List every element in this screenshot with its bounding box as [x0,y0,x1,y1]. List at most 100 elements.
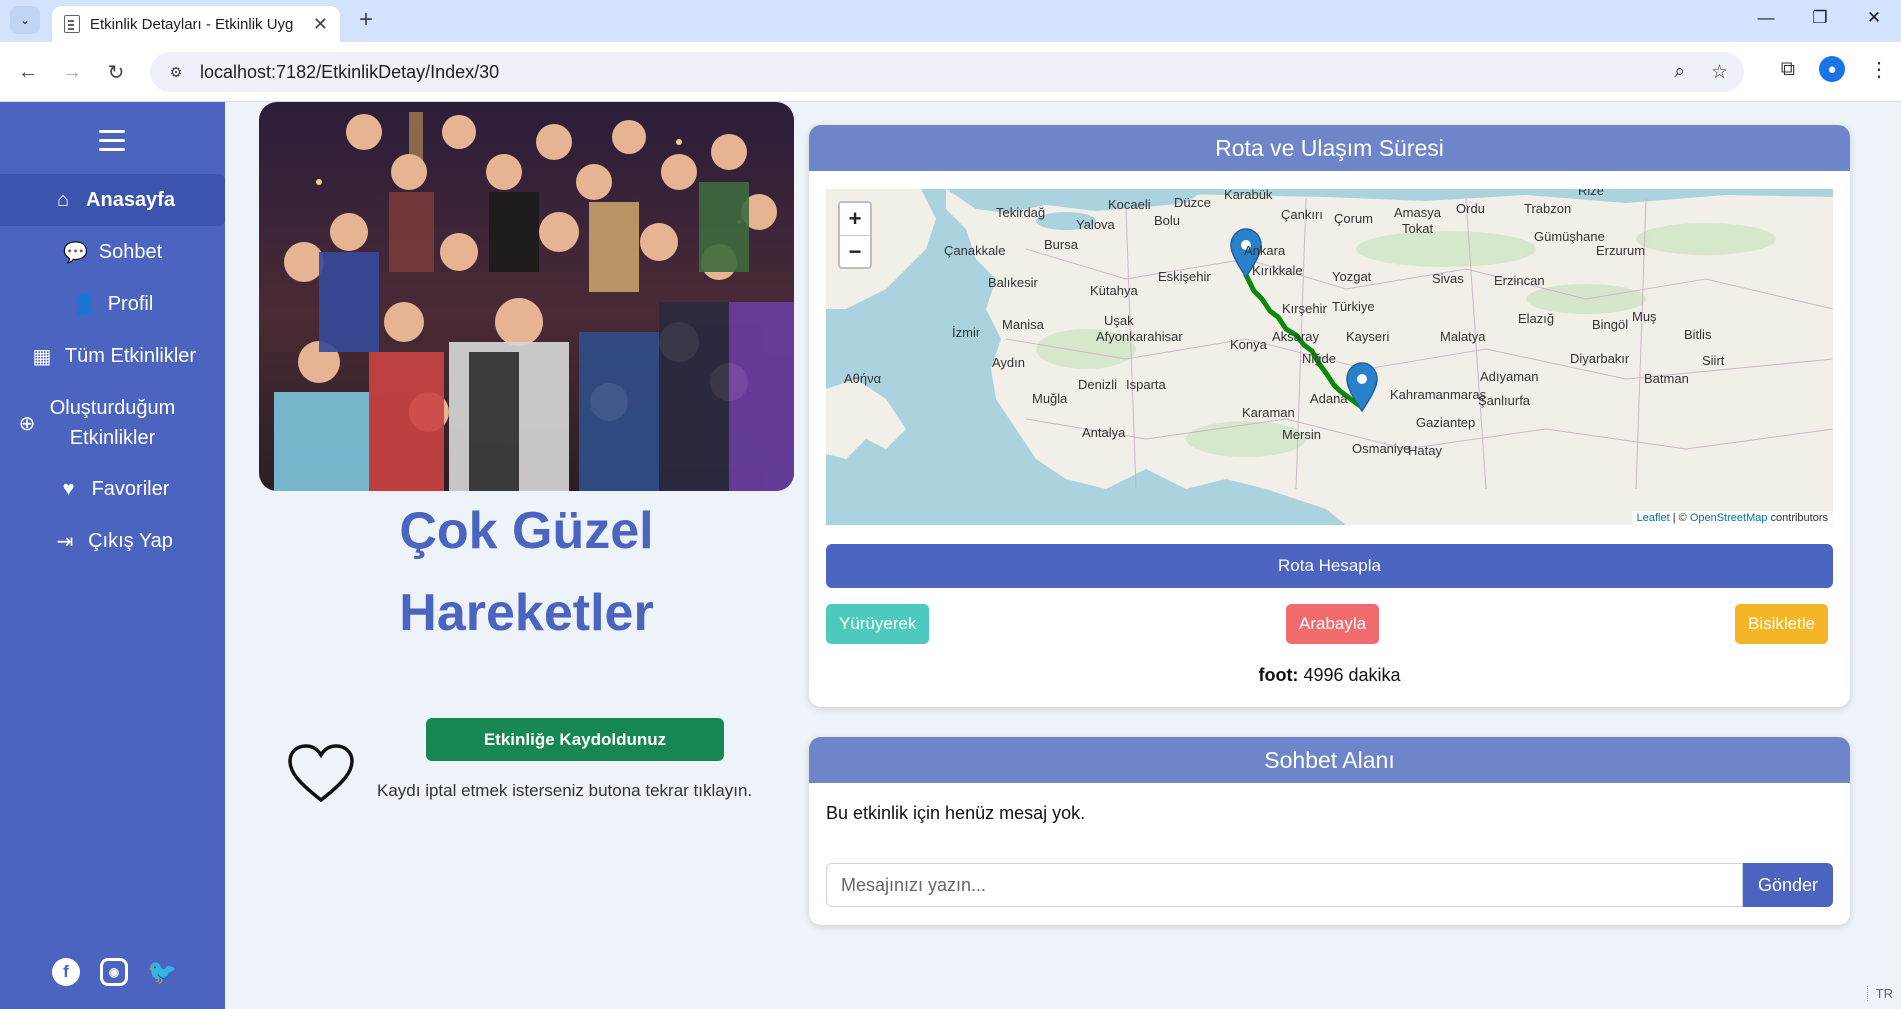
event-title-line1: Çok Güzel [399,502,654,560]
sidebar-item-label-line1: Oluşturduğum [49,397,176,419]
plus-circle-icon: ⊕ [18,412,36,435]
social-links: f ◉ 🐦 [52,958,177,986]
site-info-icon[interactable]: ⚙ [166,64,186,81]
restore-button[interactable]: ❐ [1793,0,1847,36]
hamburger-menu-icon[interactable] [99,130,125,152]
sidebar-item-chat[interactable]: 💬 Sohbet [0,226,225,278]
calendar-icon: ▦ [32,345,52,368]
car-mode-button[interactable]: Arabayla [1286,604,1380,644]
map-place-label: Siirt [1702,353,1725,368]
bookmark-star-icon[interactable]: ☆ [1711,61,1728,84]
osm-link[interactable]: OpenStreetMap [1690,512,1768,524]
send-message-button[interactable]: Gönder [1743,863,1833,907]
map-place-label: Yalova [1076,217,1116,232]
zoom-out-button[interactable]: − [840,235,870,267]
map-place-label: Eskişehir [1158,269,1211,284]
browser-tab[interactable]: Etkinlik Detayları - Etkinlik Uyg ✕ [52,6,340,42]
map-place-label: Muş [1632,309,1657,324]
map-place-label: Bursa [1044,237,1079,252]
map-place-label: Ankara [1244,243,1286,258]
sidebar-item-label: Çıkış Yap [88,529,173,552]
chat-card: Sohbet Alanı Bu etkinlik için henüz mesa… [809,737,1850,925]
sidebar-item-all-events[interactable]: ▦ Tüm Etkinlikler [0,330,225,382]
tab-close-icon[interactable]: ✕ [313,14,328,35]
map-zoom-control: + − [838,201,872,269]
profile-avatar[interactable]: ● [1819,56,1845,82]
new-tab-button[interactable]: + [352,6,380,34]
travel-duration: foot: 4996 dakika [809,665,1850,686]
map-place-label: Aydın [992,355,1025,370]
sign-out-icon: ⇥ [56,530,74,553]
favorite-heart-icon[interactable] [288,744,354,809]
map-place-label: Malatya [1440,329,1486,344]
address-bar[interactable]: ⚙ localhost:7182/EtkinlikDetay/Index/30 … [150,52,1744,92]
sidebar-item-my-events[interactable]: ⊕ Oluşturduğum Etkinlikler [0,386,225,460]
user-icon: 👤 [72,293,98,316]
map-place-label: Tokat [1402,221,1433,236]
route-card-header: Rota ve Ulaşım Süresi [809,125,1850,171]
zoom-icon[interactable]: ⌕ [1674,61,1685,84]
register-button[interactable]: Etkinliğe Kaydoldunuz [426,718,724,761]
language-indicator: TR [1866,986,1893,1001]
map-place-label: Bolu [1154,213,1180,228]
bike-mode-button[interactable]: Bisikletle [1735,604,1829,644]
facebook-icon[interactable]: f [52,958,80,986]
minimize-button[interactable]: — [1739,0,1793,36]
sidebar-item-label: Tüm Etkinlikler [64,344,197,367]
event-title-line2: Hareketler [399,584,654,642]
sidebar-item-profile[interactable]: 👤 Profil [0,278,225,330]
map-place-label: Manisa [1002,317,1045,332]
map-place-label: Rize [1578,189,1604,198]
chat-empty-message: Bu etkinlik için henüz mesaj yok. [826,803,1086,823]
map-place-label: Niğde [1302,351,1336,366]
route-map[interactable]: Kocaeli Düzce Karabük Çankırı Çorum Amasya Ord… [826,189,1833,525]
map-place-label: Denizli [1078,377,1117,392]
instagram-icon[interactable]: ◉ [100,958,128,986]
heart-icon: ♥ [62,477,75,500]
leaflet-link[interactable]: Leaflet [1637,512,1670,524]
map-place-label: Osmaniye [1352,441,1411,456]
tab-search-button[interactable]: ⌄ [10,6,40,34]
chat-message-input[interactable] [826,863,1743,907]
map-place-label: Αθήνα [844,371,882,386]
map-place-label: Türkiye [1332,299,1375,314]
sidebar-item-label: Favoriler [91,477,170,500]
browser-toolbar: ← → ↻ ⚙ localhost:7182/EtkinlikDetay/Ind… [0,42,1901,102]
extensions-icon[interactable]: ⧉ [1781,58,1795,81]
map-place-label: Muğla [1032,391,1068,406]
map-place-label: İzmir [952,325,981,340]
reload-icon[interactable]: ↻ [100,56,132,88]
map-place-label: Afyonkarahisar [1096,329,1183,344]
map-place-label: Çanakkale [944,243,1005,258]
map-place-label: Gümüşhane [1534,229,1605,244]
url-text[interactable]: localhost:7182/EtkinlikDetay/Index/30 [200,62,499,83]
sidebar: ⌂ Anasayfa 💬 Sohbet 👤 Profil ▦ Tüm Etkin… [0,102,225,1009]
sidebar-item-label: Sohbet [98,240,163,263]
map-place-label: Kırşehir [1282,301,1327,316]
sidebar-item-home[interactable]: ⌂ Anasayfa [0,174,225,226]
map-attribution: Leaflet | © OpenStreetMap contributors [1631,511,1833,525]
map-place-label: Tekirdağ [996,205,1045,220]
event-title: Çok Güzel Hareketler [259,490,794,654]
map-place-label: Batman [1644,371,1689,386]
map-place-label: Konya [1230,337,1268,352]
zoom-in-button[interactable]: + [840,203,870,235]
map-place-label: Kocaeli [1108,197,1151,212]
sidebar-item-logout[interactable]: ⇥ Çıkış Yap [0,515,225,567]
travel-mode-label: foot: [1258,665,1299,685]
map-place-label: Balıkesir [988,275,1039,290]
calculate-route-button[interactable]: Rota Hesapla [826,544,1833,588]
map-place-label: Uşak [1104,313,1134,328]
sidebar-item-favorites[interactable]: ♥ Favoriler [0,463,225,515]
chat-icon: 💬 [63,241,89,264]
browser-tab-strip: ⌄ Etkinlik Detayları - Etkinlik Uyg ✕ + … [0,0,1901,42]
chat-card-header: Sohbet Alanı [809,737,1850,783]
forward-arrow-icon[interactable]: → [56,56,88,88]
back-arrow-icon[interactable]: ← [12,56,44,88]
cancel-registration-note: Kaydı iptal etmek isterseniz butona tekr… [377,781,753,800]
twitter-icon[interactable]: 🐦 [147,958,177,986]
browser-menu-icon[interactable]: ⋮ [1869,57,1889,82]
walk-mode-button[interactable]: Yürüyerek [826,604,930,644]
close-window-button[interactable]: ✕ [1847,0,1901,36]
map-place-label: Kütahya [1090,283,1138,298]
